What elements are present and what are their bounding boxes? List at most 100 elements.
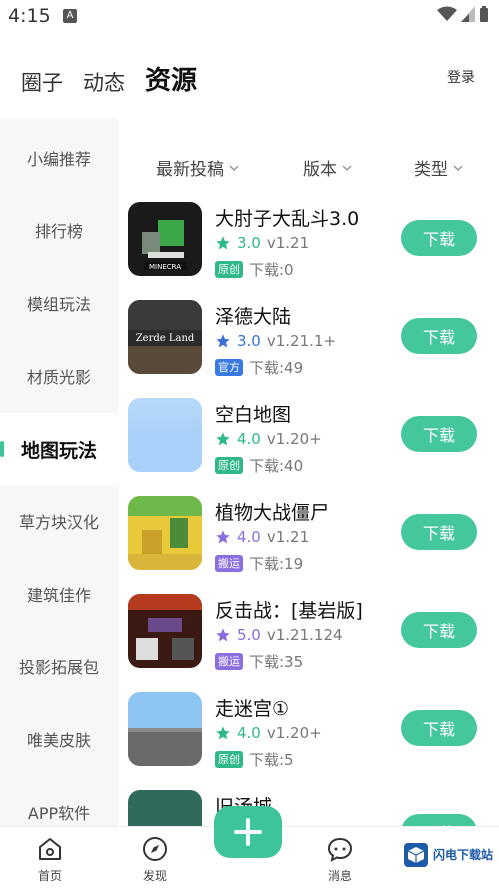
- item-score: 4.0: [237, 724, 261, 742]
- chat-icon: [327, 837, 353, 862]
- download-button[interactable]: 下载: [401, 416, 477, 452]
- item-meta: 原创 下载:5: [215, 749, 294, 770]
- item-title: 反击战：[基岩版]: [215, 600, 363, 622]
- login-button[interactable]: 登录: [447, 67, 475, 87]
- list-item[interactable]: 走迷宫① 4.0 v1.20+ 原创 下载:5 下载: [128, 692, 488, 782]
- item-score: 4.0: [237, 430, 261, 448]
- item-version: v1.21: [266, 528, 310, 546]
- list-item[interactable]: 植物大战僵尸 4.0 v1.21 搬运 下载:19 下载: [128, 496, 488, 586]
- signal-icon: [461, 6, 475, 22]
- item-thumbnail: MINECRA: [128, 202, 202, 276]
- top-tabs: 圈子 动态 资源: [21, 60, 197, 97]
- category-sidebar: 小编推荐 排行榜 模组玩法 材质光影 地图玩法 草方块汉化 建筑佳作 投影拓展包…: [0, 118, 118, 830]
- item-meta: 搬运 下载:35: [215, 651, 303, 672]
- item-rating: 4.0 v1.21: [215, 528, 309, 546]
- item-thumbnail: [128, 692, 202, 766]
- filter-label: 版本: [303, 160, 337, 180]
- wifi-icon: [437, 6, 457, 21]
- item-rating: 4.0 v1.20+: [215, 430, 322, 448]
- item-thumbnail: Zerde Land: [128, 300, 202, 374]
- item-rating: 4.0 v1.20+: [215, 724, 322, 742]
- nav-label: 消息: [327, 869, 352, 883]
- status-time: 4:15: [8, 5, 51, 27]
- compass-icon: [143, 837, 167, 861]
- status-bar: 4:15 A: [0, 0, 499, 34]
- filter-type[interactable]: 类型: [414, 155, 464, 180]
- sidebar-item-textures[interactable]: 材质光影: [0, 340, 118, 412]
- item-version: v1.20+: [266, 430, 322, 448]
- list-item[interactable]: 反击战：[基岩版] 5.0 v1.21.124 搬运 下载:35 下载: [128, 594, 488, 684]
- sidebar-item-skins[interactable]: 唯美皮肤: [0, 703, 118, 775]
- watermark-name: 闪电下载站: [432, 848, 493, 862]
- item-meta: 原创 下载:0: [215, 259, 294, 280]
- sidebar-item-maps[interactable]: 地图玩法: [0, 413, 118, 485]
- item-title: 泽德大陆: [215, 306, 292, 328]
- nav-messages[interactable]: 消息: [295, 827, 385, 891]
- item-thumbnail: [128, 790, 202, 826]
- download-button[interactable]: 下载: [401, 710, 477, 746]
- item-downloads: 下载:40: [249, 457, 304, 475]
- tab-circle[interactable]: 圈子: [21, 67, 63, 97]
- item-tag: 搬运: [215, 555, 243, 572]
- filter-label: 类型: [414, 160, 448, 180]
- item-rating: 5.0 v1.21.124: [215, 626, 343, 644]
- home-icon: [39, 838, 61, 860]
- nav-home[interactable]: 首页: [5, 827, 95, 891]
- tab-resources[interactable]: 资源: [145, 60, 197, 97]
- item-score: 5.0: [237, 626, 261, 644]
- notification-icon: A: [63, 9, 77, 23]
- filter-label: 最新投稿: [156, 160, 224, 180]
- sidebar-item-mods[interactable]: 模组玩法: [0, 267, 118, 339]
- item-meta: 官方 下载:49: [215, 357, 303, 378]
- item-score: 4.0: [237, 528, 261, 546]
- sidebar-item-ranking[interactable]: 排行榜: [0, 194, 118, 266]
- item-downloads: 下载:0: [249, 261, 294, 279]
- download-button[interactable]: 下载: [401, 514, 477, 550]
- nav-label: 发现: [142, 869, 167, 883]
- item-tag: 原创: [215, 751, 243, 768]
- item-title: 走迷宫①: [215, 698, 290, 720]
- download-button[interactable]: 下载: [401, 814, 477, 826]
- sidebar-item-grass-block-localization[interactable]: 草方块汉化: [0, 485, 118, 557]
- item-downloads: 下载:5: [249, 751, 294, 769]
- item-meta: 原创 下载:40: [215, 455, 303, 476]
- list-item[interactable]: 旧汤城 下载: [128, 790, 488, 826]
- item-downloads: 下载:35: [249, 653, 304, 671]
- download-button[interactable]: 下载: [401, 612, 477, 648]
- sidebar-item-projection-packs[interactable]: 投影拓展包: [0, 630, 118, 702]
- item-tag: 原创: [215, 261, 243, 278]
- list-item[interactable]: MINECRA 大肘子大乱斗3.0 3.0 v1.21 原创 下载:0 下载: [128, 202, 488, 292]
- item-thumbnail: [128, 594, 202, 668]
- chevron-down-icon: [453, 164, 463, 171]
- item-rating: 3.0 v1.21.1+: [215, 332, 336, 350]
- download-button[interactable]: 下载: [401, 220, 477, 256]
- nav-discover[interactable]: 发现: [110, 827, 200, 891]
- item-thumbnail: [128, 398, 202, 472]
- sidebar-item-editor-picks[interactable]: 小编推荐: [0, 122, 118, 194]
- cube-icon: [403, 843, 428, 867]
- item-score: 3.0: [237, 234, 261, 252]
- filter-sort[interactable]: 最新投稿: [156, 155, 240, 180]
- sidebar-item-builds[interactable]: 建筑佳作: [0, 558, 118, 630]
- watermark-logo: 闪电下载站: [403, 842, 493, 868]
- chevron-down-icon: [229, 164, 239, 171]
- item-version: v1.21: [266, 234, 310, 252]
- svg-text:MINECRA: MINECRA: [149, 263, 181, 271]
- item-tag: 搬运: [215, 653, 243, 670]
- status-icons: [437, 6, 489, 22]
- list-item[interactable]: Zerde Land 泽德大陆 3.0 v1.21.1+ 官方 下载:49 下载: [128, 300, 488, 390]
- sidebar-item-label: 地图玩法: [20, 439, 97, 462]
- item-score: 3.0: [237, 332, 261, 350]
- svg-text:Zerde Land: Zerde Land: [136, 333, 195, 344]
- star-icon: [216, 236, 230, 250]
- filter-version[interactable]: 版本: [303, 155, 353, 180]
- item-version: v1.21.124: [266, 626, 343, 644]
- publish-button[interactable]: [214, 806, 282, 858]
- item-tag: 官方: [215, 359, 243, 376]
- active-indicator: [0, 441, 4, 457]
- list-item[interactable]: 空白地图 4.0 v1.20+ 原创 下载:40 下载: [128, 398, 488, 488]
- star-icon: [216, 334, 230, 348]
- download-button[interactable]: 下载: [401, 318, 477, 354]
- tab-feed[interactable]: 动态: [83, 67, 125, 97]
- item-title: 空白地图: [215, 404, 292, 426]
